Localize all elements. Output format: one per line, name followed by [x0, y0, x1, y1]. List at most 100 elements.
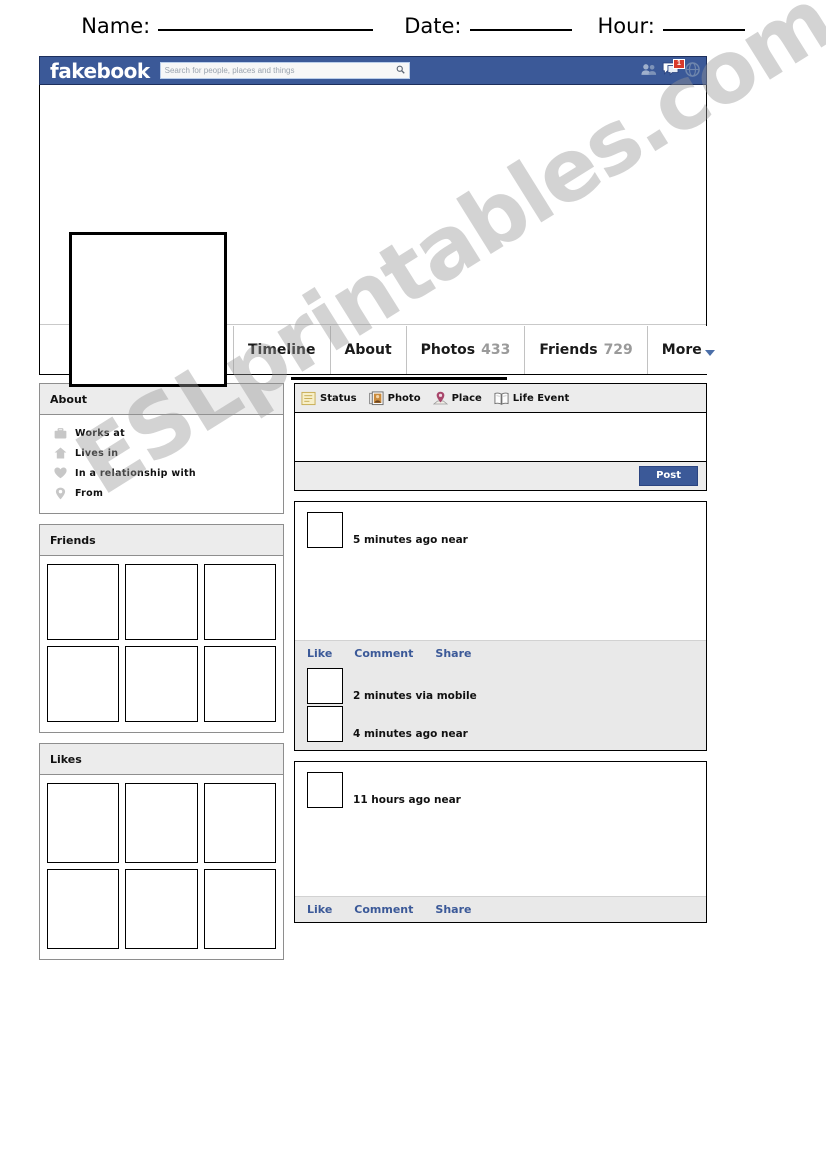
share-button[interactable]: Share	[435, 903, 471, 916]
composer-tab-row: Status Photo Place Life Event	[295, 384, 706, 413]
about-row-lives-in[interactable]: Lives in	[40, 443, 283, 463]
messages-badge: 1	[673, 59, 685, 69]
post-header: 5 minutes ago near	[295, 502, 706, 548]
tab-photos-count: 433	[481, 342, 511, 358]
like-button[interactable]: Like	[307, 903, 332, 916]
post-item: 11 hours ago near Like Comment Share	[294, 761, 707, 923]
likes-photo-grid	[40, 775, 283, 959]
about-label-relationship: In a relationship with	[75, 467, 196, 479]
comment-item: 2 minutes via mobile	[295, 666, 706, 704]
post-timestamp: 5 minutes ago near	[353, 534, 468, 546]
post-content-area[interactable]	[295, 548, 706, 640]
messages-icon[interactable]: 1	[662, 59, 685, 81]
map-pin-icon	[52, 486, 68, 500]
hour-label: Hour:	[597, 14, 655, 38]
post-content-area[interactable]	[295, 808, 706, 896]
photo-icon	[368, 390, 384, 406]
profile-picture-placeholder[interactable]	[69, 232, 227, 387]
hour-write-line[interactable]	[662, 28, 745, 31]
friends-photo-grid	[40, 556, 283, 732]
post-header: 11 hours ago near	[295, 762, 706, 808]
friend-photo-placeholder[interactable]	[203, 646, 276, 722]
friends-panel: Friends	[39, 524, 285, 733]
home-icon	[52, 446, 68, 460]
about-label-works-at: Works at	[75, 427, 125, 439]
date-label: Date:	[404, 14, 462, 38]
briefcase-icon	[52, 426, 68, 440]
comment-list: 2 minutes via mobile 4 minutes ago near	[295, 666, 706, 750]
like-photo-placeholder[interactable]	[125, 869, 198, 949]
friend-photo-placeholder[interactable]	[125, 564, 198, 640]
post-avatar-placeholder[interactable]	[307, 512, 344, 548]
about-row-from[interactable]: From	[40, 483, 283, 503]
post-button[interactable]: Post	[639, 466, 698, 486]
like-photo-placeholder[interactable]	[203, 783, 276, 863]
profile-body: About Works at Lives in In a relationshi…	[39, 383, 707, 970]
status-composer: Status Photo Place Life Event Post	[294, 383, 707, 491]
comment-item: 4 minutes ago near	[295, 704, 706, 742]
topbar-icon-group: 1	[641, 57, 700, 86]
tab-photos[interactable]: Photos 433	[405, 326, 525, 374]
tab-timeline[interactable]: Timeline	[233, 326, 330, 374]
tab-more-label: More	[661, 342, 702, 358]
search-input[interactable]: Search for people, places and things	[159, 62, 410, 79]
like-photo-placeholder[interactable]	[125, 783, 198, 863]
friend-photo-placeholder[interactable]	[125, 646, 198, 722]
like-photo-placeholder[interactable]	[47, 869, 120, 949]
friend-photo-placeholder[interactable]	[47, 646, 120, 722]
about-panel-title: About	[40, 384, 284, 415]
likes-panel-title: Likes	[40, 744, 284, 775]
tab-about[interactable]: About	[329, 326, 406, 374]
friend-photo-placeholder[interactable]	[203, 564, 276, 640]
friend-requests-icon[interactable]	[641, 63, 657, 81]
left-column: About Works at Lives in In a relationshi…	[39, 383, 285, 970]
composer-place-label: Place	[451, 392, 482, 404]
likes-panel: Likes	[39, 743, 285, 960]
date-field: Date:	[404, 14, 572, 38]
tab-timeline-label: Timeline	[248, 342, 316, 358]
like-photo-placeholder[interactable]	[47, 783, 120, 863]
composer-footer: Post	[295, 462, 706, 490]
post-avatar-placeholder[interactable]	[307, 772, 344, 808]
composer-place-button[interactable]: Place	[432, 391, 482, 406]
name-write-line[interactable]	[158, 28, 374, 31]
composer-photo-button[interactable]: Photo	[368, 390, 421, 406]
search-placeholder: Search for people, places and things	[164, 66, 295, 75]
comment-button[interactable]: Comment	[354, 903, 413, 916]
about-row-works-at[interactable]: Works at	[40, 423, 283, 443]
notifications-globe-icon[interactable]	[685, 61, 700, 82]
friends-panel-title: Friends	[40, 525, 284, 556]
share-button[interactable]: Share	[435, 647, 471, 660]
comment-timestamp: 2 minutes via mobile	[353, 690, 477, 702]
like-button[interactable]: Like	[307, 647, 332, 660]
composer-status-button[interactable]: Status	[301, 391, 357, 406]
tab-about-label: About	[344, 342, 392, 358]
like-photo-placeholder[interactable]	[203, 869, 276, 949]
about-panel: About Works at Lives in In a relationshi…	[39, 383, 285, 514]
date-write-line[interactable]	[469, 28, 572, 31]
tab-friends-label: Friends	[539, 342, 598, 358]
about-list: Works at Lives in In a relationship with	[40, 415, 283, 513]
tab-more[interactable]: More	[646, 326, 729, 374]
search-icon	[396, 65, 405, 76]
composer-textarea[interactable]	[295, 413, 706, 462]
comment-avatar-placeholder[interactable]	[307, 706, 344, 742]
name-label: Name:	[81, 14, 151, 38]
profile-name-write-line[interactable]	[291, 377, 507, 380]
fakebook-logo[interactable]: fakebook	[50, 61, 150, 81]
tab-friends[interactable]: Friends 729	[524, 326, 647, 374]
name-field: Name:	[81, 14, 374, 38]
composer-life-event-button[interactable]: Life Event	[494, 391, 569, 406]
chevron-down-icon	[704, 350, 715, 356]
post-action-bar: Like Comment Share	[295, 896, 706, 922]
comment-avatar-placeholder[interactable]	[307, 668, 344, 704]
about-label-from: From	[75, 487, 104, 499]
right-column: Status Photo Place Life Event Post 5 min…	[294, 383, 707, 970]
comment-timestamp: 4 minutes ago near	[353, 728, 468, 740]
composer-status-label: Status	[320, 392, 357, 404]
comment-button[interactable]: Comment	[354, 647, 413, 660]
post-item: 5 minutes ago near Like Comment Share 2 …	[294, 501, 707, 751]
about-row-relationship[interactable]: In a relationship with	[40, 463, 283, 483]
friend-photo-placeholder[interactable]	[47, 564, 120, 640]
profile-nav-tabs: Timeline About Photos 433 Friends 729 Mo…	[233, 326, 729, 374]
